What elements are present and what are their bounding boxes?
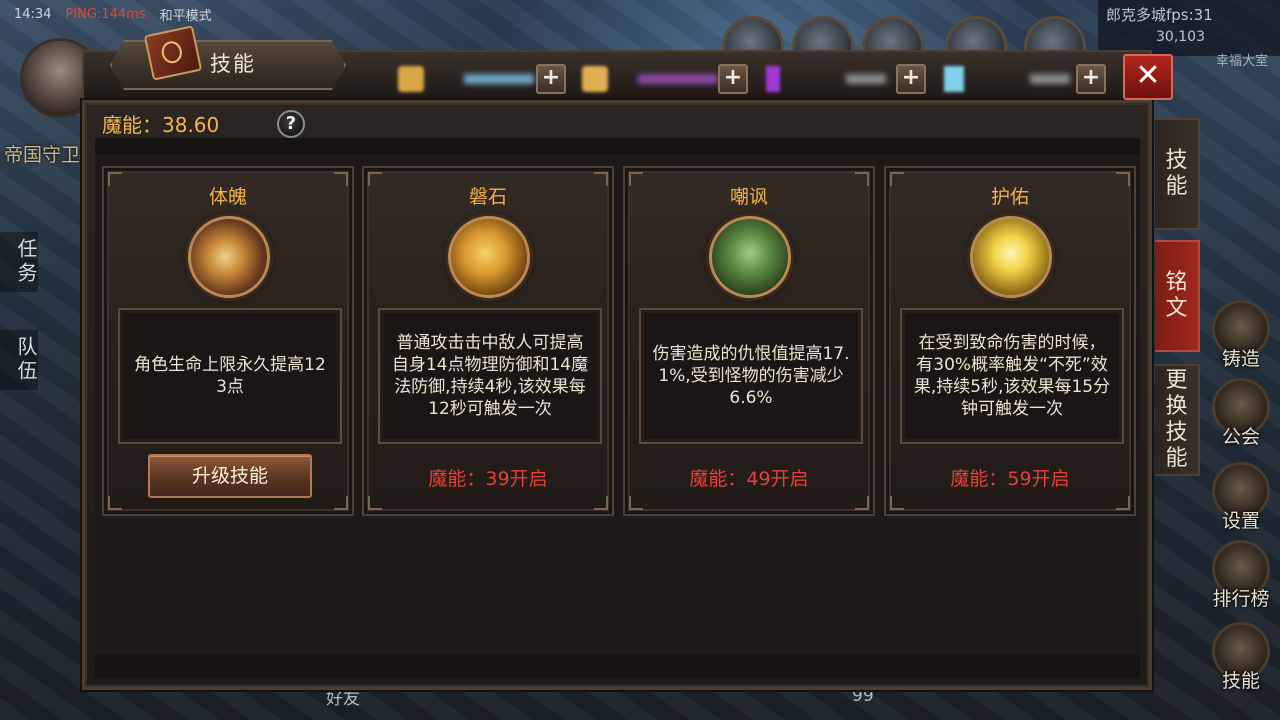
forge-label: 铸造 — [1221, 348, 1260, 370]
unlock-requirement: 魔能：39开启 — [428, 468, 548, 490]
skill-menu-button[interactable]: 技能 — [1208, 622, 1274, 693]
top-status-bar: 14:34 PING:144ms 和平模式 — [0, 0, 420, 28]
skill-title: 嘲讽 — [729, 186, 768, 208]
holy-guard-icon[interactable] — [970, 216, 1052, 298]
tab-inscription-label: 铭文 — [1165, 270, 1188, 321]
skill-title: 磐石 — [468, 186, 507, 208]
unlock-requirement: 魔能：49开启 — [689, 468, 809, 490]
gold-icon — [398, 66, 424, 92]
city-fps-label: 郎克多城fps:31 — [1106, 6, 1213, 24]
close-button[interactable]: ✕ — [1123, 54, 1173, 100]
panel-title: 技能 — [210, 52, 256, 76]
upgrade-skill-button[interactable]: 升级技能 — [148, 454, 312, 498]
skill-description: 在受到致命伤害的时候，有30%概率触发“不死”效果,持续5秒,该效果每15分钟可… — [913, 333, 1111, 419]
minimap-info[interactable]: 郎克多城fps:31 30,103 幸福大室 — [1098, 0, 1280, 69]
diamond-value — [1030, 74, 1070, 84]
team-tab[interactable]: 队伍 — [0, 330, 38, 390]
add-gold-button[interactable]: + — [536, 64, 566, 94]
skill-description: 普通攻击击中敌人可提高自身14点物理防御和14魔法防御,持续4秒,该效果每12秒… — [391, 333, 589, 419]
currency-bound-gold: + — [582, 64, 752, 94]
clock: 14:34 — [14, 6, 52, 22]
unlock-requirement: 魔能：59开启 — [950, 468, 1070, 490]
mana-value: 魔能：38.60 — [102, 113, 220, 137]
pk-mode-button[interactable]: 和平模式 — [160, 5, 212, 24]
currency-crystal: + — [766, 64, 930, 94]
skill-title: 护佑 — [990, 186, 1029, 208]
skill-card-taunt: 嘲讽 伤害造成的仇恨值提高17.1%,受到怪物的伤害减少6.6% 魔能：49开启 — [623, 166, 875, 516]
bound-gold-icon — [582, 66, 608, 92]
skill-description-box: 角色生命上限永久提高123点 — [118, 308, 342, 444]
shield-icon[interactable] — [448, 216, 530, 298]
help-button[interactable]: ? — [277, 110, 305, 138]
guild-label: 公会 — [1221, 426, 1260, 448]
ranking-label: 排行榜 — [1212, 588, 1270, 610]
forge-menu-button[interactable]: 铸造 — [1208, 300, 1274, 371]
diamond-icon — [944, 66, 964, 92]
quest-tab[interactable]: 任务 — [0, 232, 38, 292]
crystal-icon — [766, 66, 780, 92]
quest-tracker-text: 帝国守卫 — [4, 144, 81, 166]
add-crystal-button[interactable]: + — [896, 64, 926, 94]
skill-description: 伤害造成的仇恨值提高17.1%,受到怪物的伤害减少6.6% — [652, 344, 850, 408]
bound-gold-value — [638, 74, 718, 84]
skill-description-box: 在受到致命伤害的时候，有30%概率触发“不死”效果,持续5秒,该效果每15分钟可… — [900, 308, 1124, 444]
area-name: 幸福大室 — [1215, 54, 1268, 69]
taunt-orc-icon[interactable] — [709, 216, 791, 298]
skill-description-box: 伤害造成的仇恨值提高17.1%,受到怪物的伤害减少6.6% — [639, 308, 863, 444]
add-diamond-button[interactable]: + — [1076, 64, 1106, 94]
player-coords: 30,103 — [1156, 29, 1205, 45]
tab-skills[interactable]: 技能 — [1155, 118, 1200, 230]
tab-skills-label: 技能 — [1165, 148, 1188, 199]
add-bound-gold-button[interactable]: + — [718, 64, 748, 94]
tab-change-skill-label: 更换技能 — [1165, 368, 1188, 471]
crystal-value — [846, 74, 886, 84]
skill-card-bedrock: 磐石 普通攻击击中敌人可提高自身14点物理防御和14魔法防御,持续4秒,该效果每… — [362, 166, 614, 516]
settings-menu-button[interactable]: 设置 — [1208, 462, 1274, 533]
guild-menu-button[interactable]: 公会 — [1208, 378, 1274, 449]
skill-title: 体魄 — [208, 186, 247, 208]
skill-card-constitution: 体魄 角色生命上限永久提高123点 升级技能 — [102, 166, 354, 516]
currency-diamond: + — [944, 64, 1108, 94]
settings-label: 设置 — [1221, 510, 1260, 532]
skill-description: 角色生命上限永久提高123点 — [134, 355, 326, 397]
skill-description-box: 普通攻击击中敌人可提高自身14点物理防御和14魔法防御,持续4秒,该效果每12秒… — [378, 308, 602, 444]
strength-fist-icon[interactable] — [188, 216, 270, 298]
ranking-menu-button[interactable]: 排行榜 — [1208, 540, 1274, 611]
tab-change-skill[interactable]: 更换技能 — [1155, 364, 1200, 476]
ping-indicator: PING:144ms — [65, 6, 146, 22]
tab-inscription[interactable]: 铭文 — [1155, 240, 1200, 352]
skill-label: 技能 — [1221, 670, 1260, 692]
currency-gold: + — [398, 64, 568, 94]
skill-card-blessing: 护佑 在受到致命伤害的时候，有30%概率触发“不死”效果,持续5秒,该效果每15… — [884, 166, 1136, 516]
gold-value — [464, 74, 534, 84]
